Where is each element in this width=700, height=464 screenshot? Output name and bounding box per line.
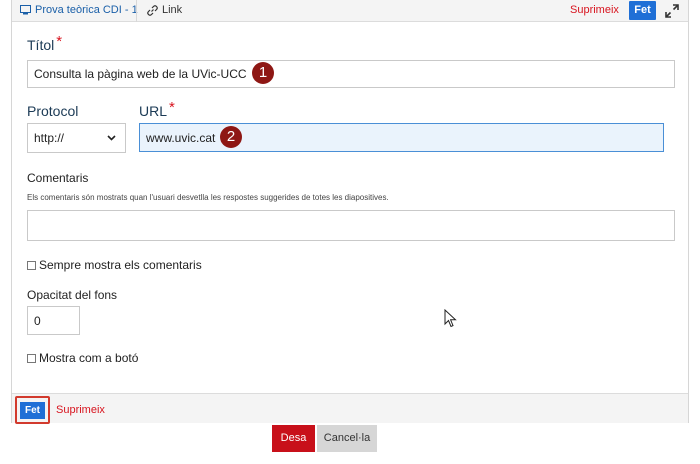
always-show-comments-option[interactable]: Sempre mostra els comentaris <box>27 258 202 272</box>
url-required-mark: * <box>169 99 175 116</box>
always-show-comments-checkbox[interactable] <box>27 260 36 270</box>
link-icon <box>147 4 158 16</box>
comments-input[interactable] <box>27 210 675 241</box>
mouse-pointer-icon <box>444 309 457 328</box>
save-button[interactable]: Desa <box>272 425 315 452</box>
show-as-button-option[interactable]: Mostra com a botó <box>27 351 138 365</box>
chevron-down-icon <box>107 135 116 141</box>
url-input[interactable]: www.uvic.cat <box>139 123 664 152</box>
top-done-button[interactable]: Fet <box>629 1 656 20</box>
breadcrumb-divider <box>136 0 137 22</box>
slides-icon <box>20 5 31 15</box>
cancel-button[interactable]: Cancel·la <box>317 425 377 452</box>
title-label: Títol * <box>27 33 62 54</box>
title-input-value: Consulta la pàgina web de la UVic-UCC <box>34 67 247 81</box>
form-footer: Fet Suprimeix <box>12 393 688 424</box>
opacity-label: Opacitat del fons <box>27 288 118 302</box>
url-input-value: www.uvic.cat <box>146 130 216 145</box>
editor-panel: Prova teòrica CDI - 1 Link Suprimeix Fet… <box>11 0 689 424</box>
expand-icon[interactable] <box>664 3 680 19</box>
opacity-input-value: 0 <box>34 313 41 328</box>
title-required-mark: * <box>56 33 63 50</box>
protocol-select-value: http:// <box>34 131 65 145</box>
title-label-text: Títol <box>27 37 55 53</box>
step-marker-1: 1 <box>252 62 274 84</box>
show-as-button-checkbox[interactable] <box>27 353 36 363</box>
protocol-label: Protocol <box>27 103 79 119</box>
always-show-comments-label: Sempre mostra els comentaris <box>39 258 202 272</box>
breadcrumb-parent-label: Prova teòrica CDI - 1 <box>35 4 138 16</box>
comments-label: Comentaris <box>27 171 89 185</box>
footer-delete-button[interactable]: Suprimeix <box>56 404 105 416</box>
title-input[interactable]: Consulta la pàgina web de la UVic-UCC <box>27 60 675 88</box>
url-label-text: URL <box>139 103 168 119</box>
footer-done-button[interactable]: Fet <box>20 402 45 419</box>
done-button-highlight: Fet <box>15 396 50 424</box>
top-delete-button[interactable]: Suprimeix <box>570 4 619 16</box>
show-as-button-label: Mostra com a botó <box>39 351 139 365</box>
breadcrumb-current-label: Link <box>162 4 183 16</box>
step-marker-2: 2 <box>220 126 242 148</box>
comments-description: Els comentaris són mostrats quan l'usuar… <box>27 193 389 202</box>
top-toolbar: Prova teòrica CDI - 1 Link Suprimeix Fet <box>12 0 688 22</box>
opacity-input[interactable]: 0 <box>27 306 80 335</box>
url-label: URL * <box>139 99 175 120</box>
breadcrumb-current: Link <box>147 4 182 16</box>
protocol-select[interactable]: http:// <box>27 123 126 153</box>
breadcrumb-parent[interactable]: Prova teòrica CDI - 1 <box>20 4 138 16</box>
